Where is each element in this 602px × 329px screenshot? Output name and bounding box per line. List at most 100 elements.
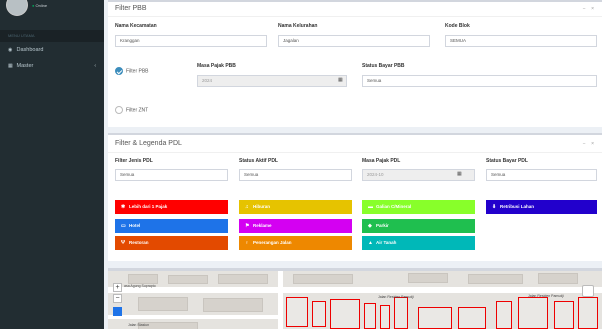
jenis-pdl-label: Filter Jenis PDL — [115, 158, 153, 164]
calendar-icon[interactable]: ▦ — [338, 77, 343, 83]
masa-pajak-pdl-label: Masa Pajak PDL — [362, 158, 401, 164]
road-label: Jalan Stasiun — [128, 323, 150, 327]
filter-pbb-radio[interactable]: Filter PBB — [115, 67, 149, 75]
road-label: Jalan Residen Pamudji — [378, 295, 414, 299]
box-tools[interactable]: − × — [583, 6, 596, 12]
map-parcel[interactable] — [312, 301, 326, 327]
online-dot-icon: ● — [32, 3, 35, 8]
legend-label: Reklame — [253, 223, 272, 228]
utensils-icon: Ψ — [121, 240, 126, 246]
filter-znt-radio-label: Filter ZNT — [126, 107, 149, 114]
legend-penerangan-jalan[interactable]: ♀ Penerangan Jalan — [239, 236, 352, 250]
legend-label: Retribusi Lahan — [500, 204, 535, 209]
legend-parkir[interactable]: ◆ Parkir — [362, 219, 475, 233]
map-parcel[interactable] — [496, 301, 512, 329]
map-road — [108, 287, 602, 293]
legend-label: Galian C/Mineral — [376, 204, 412, 209]
layers-icon[interactable] — [582, 285, 594, 297]
menu-header: MENU UTAMA — [0, 30, 104, 42]
sidebar-item-dashboard[interactable]: ◉ Dashboard — [0, 42, 104, 58]
dashboard-icon: ◉ — [8, 47, 13, 53]
kelurahan-label: Nama Kelurahan — [278, 23, 318, 29]
divider — [108, 152, 602, 153]
filter-pbb-radio-label: Filter PBB — [126, 68, 149, 75]
box-tools[interactable]: − × — [583, 141, 596, 147]
map-parcel[interactable] — [578, 297, 598, 329]
asterisk-icon: ✱ — [121, 204, 126, 210]
legend-lebih-dari-1-pajak[interactable]: ✱ Lebih dari 1 Pajak — [115, 200, 228, 214]
legend-hiburan[interactable]: ♫ Hiburan — [239, 200, 352, 214]
user-panel: ● Online — [0, 0, 104, 30]
radio-checked-icon[interactable] — [115, 67, 123, 75]
pin-icon: ⬇ — [492, 204, 497, 210]
kecamatan-label: Nama Kecamatan — [115, 23, 157, 29]
map-building — [203, 298, 263, 312]
user-status-text: Online — [35, 3, 48, 8]
th-icon: ▦ — [8, 63, 13, 69]
legend-hotel[interactable]: ▭ Hotel — [115, 219, 228, 233]
calendar-icon[interactable]: ▦ — [457, 171, 462, 177]
road-label: asa Agung Suprapto — [124, 284, 156, 288]
map-road — [278, 271, 283, 329]
map-building — [468, 274, 523, 284]
divider — [108, 16, 602, 17]
map-parcel[interactable] — [554, 301, 574, 329]
legend-reklame[interactable]: ⚑ Reklame — [239, 219, 352, 233]
jenis-pdl-select[interactable]: Semua — [115, 169, 228, 181]
map-view[interactable]: asa Agung Suprapto Jalan Residen Pamudji… — [108, 268, 602, 329]
map-parcel[interactable] — [330, 299, 360, 329]
status-bayar-pdl-select[interactable]: Semua — [486, 169, 597, 181]
legend-restoran[interactable]: Ψ Restoran — [115, 236, 228, 250]
map-parcel[interactable] — [380, 305, 390, 329]
masa-pajak-pbb-input[interactable]: 2024 — [197, 75, 347, 87]
sidebar-item-master[interactable]: ▦ Master ‹ — [0, 58, 104, 74]
zoom-out-button[interactable]: − — [113, 294, 122, 303]
map-building — [408, 273, 448, 283]
status-bayar-pbb-label: Status Bayar PBB — [362, 63, 405, 69]
map-control-button[interactable] — [113, 307, 122, 316]
map-parcel[interactable] — [458, 307, 486, 329]
user-status: ● Online — [32, 3, 47, 8]
legend-label: Parkir — [376, 223, 389, 228]
music-icon: ♫ — [245, 204, 249, 210]
radio-unchecked-icon[interactable] — [115, 106, 123, 114]
legend-label: Hotel — [129, 223, 141, 228]
kecamatan-select[interactable]: Kranggan — [115, 35, 267, 47]
water-icon: ▲ — [368, 240, 373, 246]
filter-pbb-title: Filter PBB — [115, 5, 147, 12]
filter-pbb-box: Filter PBB − × Nama Kecamatan Kranggan N… — [108, 0, 602, 127]
legend-galian-c-mineral[interactable]: ▬ Galian C/Mineral — [362, 200, 475, 214]
kode-blok-label: Kode Blok — [445, 23, 470, 29]
map-parcel[interactable] — [286, 297, 308, 327]
sidebar-item-label: Dashboard — [16, 47, 44, 53]
filter-znt-radio[interactable]: Filter ZNT — [115, 106, 148, 114]
avatar — [6, 0, 28, 16]
status-bayar-pdl-label: Status Bayar PDL — [486, 158, 528, 164]
legend-label: Lebih dari 1 Pajak — [129, 204, 168, 209]
status-aktif-pdl-select[interactable]: Semua — [239, 169, 352, 181]
map-parcel[interactable] — [394, 297, 408, 329]
zoom-in-button[interactable]: + — [113, 283, 122, 292]
status-bayar-pbb-select[interactable]: Semua — [362, 75, 597, 87]
legend-label: Restoran — [129, 240, 149, 245]
map-building — [168, 275, 208, 284]
filter-pdl-title: Filter & Legenda PDL — [115, 140, 182, 147]
map-building — [293, 274, 353, 284]
sidebar-item-label: Master — [16, 63, 34, 69]
map-parcel[interactable] — [418, 307, 452, 329]
legend-retribusi-lahan[interactable]: ⬇ Retribusi Lahan — [486, 200, 597, 214]
legend-label: Hiburan — [253, 204, 271, 209]
car-icon: ◆ — [368, 223, 372, 229]
truck-icon: ▬ — [368, 204, 373, 210]
map-building — [138, 297, 188, 311]
masa-pajak-pbb-label: Masa Pajak PBB — [197, 63, 236, 69]
map-parcel[interactable] — [518, 297, 548, 329]
legend-air-tanah[interactable]: ▲ Air Tanah — [362, 236, 475, 250]
bulb-icon: ♀ — [245, 240, 249, 246]
map-building — [218, 274, 268, 284]
kode-blok-select[interactable]: SEMUA — [445, 35, 597, 47]
bed-icon: ▭ — [121, 223, 126, 229]
legend-label: Penerangan Jalan — [253, 240, 292, 245]
kelurahan-select[interactable]: Jagalan — [278, 35, 430, 47]
map-parcel[interactable] — [364, 303, 376, 329]
